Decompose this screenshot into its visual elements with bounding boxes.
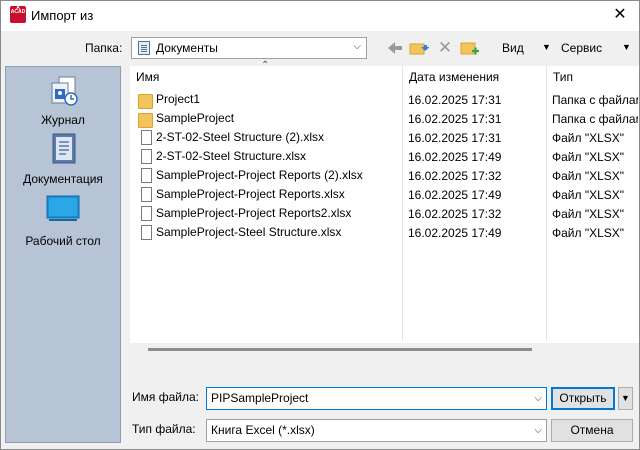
file-name: SampleProject-Project Reports (2).xlsx	[156, 168, 363, 182]
file-row[interactable]: SampleProject-Steel Structure.xlsx 16.02.…	[130, 223, 639, 242]
filename-value: PIPSampleProject	[211, 391, 309, 405]
title-bar: A ACAD Импорт из ✕	[1, 1, 639, 31]
file-icon	[141, 225, 152, 240]
file-row[interactable]: SampleProject-Project Reports.xlsx 16.02.…	[130, 185, 639, 204]
back-arrow-icon[interactable]	[385, 38, 405, 58]
folder-icon	[138, 113, 153, 128]
filetype-value: Книга Excel (*.xlsx)	[211, 423, 315, 437]
place-documents[interactable]: Документация	[6, 133, 120, 188]
file-type: Файл "XLSX"	[552, 188, 625, 202]
place-history[interactable]: Журнал	[6, 75, 120, 130]
file-date: 16.02.2025 17:49	[408, 150, 502, 164]
file-type: Файл "XLSX"	[552, 169, 625, 183]
file-type: Файл "XLSX"	[552, 207, 625, 221]
file-icon	[141, 149, 152, 164]
column-header-type[interactable]: Тип	[546, 66, 639, 88]
file-row[interactable]: 2-ST-02-Steel Structure.xlsx 16.02.2025 1…	[130, 147, 639, 166]
file-date: 16.02.2025 17:31	[408, 131, 502, 145]
file-date: 16.02.2025 17:32	[408, 169, 502, 183]
chevron-down-icon[interactable]: ⌵	[353, 41, 361, 52]
chevron-down-icon[interactable]: ⌵	[534, 420, 542, 441]
places-bar: Журнал Документация Рабочий стол	[5, 66, 121, 443]
file-date: 16.02.2025 17:31	[408, 93, 502, 107]
file-name: 2-ST-02-Steel Structure (2).xlsx	[156, 130, 325, 144]
filetype-label: Тип файла:	[132, 422, 196, 436]
window-title: Импорт из	[31, 8, 94, 23]
file-icon	[141, 168, 152, 183]
autocad-app-icon: A ACAD	[10, 6, 26, 23]
file-type: Файл "XLSX"	[552, 150, 625, 164]
delete-icon[interactable]: ✕	[435, 38, 455, 58]
service-menu-button[interactable]: Сервис	[561, 41, 602, 55]
file-row[interactable]: 2-ST-02-Steel Structure (2).xlsx 16.02.20…	[130, 128, 639, 147]
chevron-down-icon[interactable]: ⌵	[534, 388, 542, 409]
folder-icon	[138, 94, 153, 109]
file-name: SampleProject-Steel Structure.xlsx	[156, 225, 342, 239]
open-options-dropdown-icon[interactable]: ▼	[618, 387, 633, 410]
file-row[interactable]: SampleProject-Project Reports (2).xlsx 16…	[130, 166, 639, 185]
folder-label: Папка:	[85, 41, 123, 55]
file-icon	[141, 130, 152, 145]
view-menu-button[interactable]: Вид	[502, 41, 524, 55]
folder-combo[interactable]: Документы ⌵	[131, 37, 367, 59]
place-label: Документация	[23, 172, 103, 186]
filename-label: Имя файла:	[132, 390, 199, 404]
file-name: SampleProject-Project Reports.xlsx	[156, 187, 345, 201]
service-dropdown-icon[interactable]: ▼	[622, 42, 631, 52]
file-row[interactable]: SampleProject-Project Reports2.xlsx 16.02…	[130, 204, 639, 223]
folder-row[interactable]: Project1 16.02.2025 17:31 Папка с файлами	[130, 90, 639, 109]
file-name: 2-ST-02-Steel Structure.xlsx	[156, 149, 307, 163]
horizontal-scrollbar[interactable]	[148, 348, 532, 351]
documents-folder-icon	[138, 41, 150, 55]
place-label: Журнал	[41, 113, 85, 127]
close-icon[interactable]: ✕	[609, 5, 631, 25]
file-list[interactable]: Имя ⌃ Дата изменения Тип Project1 16.02.2…	[130, 60, 639, 343]
filename-input[interactable]: PIPSampleProject ⌵	[206, 387, 547, 410]
folder-value: Документы	[156, 41, 218, 55]
sort-ascending-icon: ⌃	[261, 60, 270, 71]
file-type: Файл "XLSX"	[552, 226, 625, 240]
file-name: SampleProject	[156, 111, 235, 125]
file-type: Папка с файлами	[552, 112, 638, 126]
history-icon	[51, 76, 78, 106]
file-date: 16.02.2025 17:31	[408, 112, 502, 126]
file-date: 16.02.2025 17:32	[408, 207, 502, 221]
new-folder-icon[interactable]	[460, 38, 480, 58]
file-name: Project1	[156, 92, 201, 106]
cancel-button[interactable]: Отмена	[551, 419, 633, 442]
documents-icon	[52, 133, 76, 164]
desktop-icon	[46, 195, 80, 221]
filetype-select[interactable]: Книга Excel (*.xlsx) ⌵	[206, 419, 547, 442]
column-header-date[interactable]: Дата изменения	[402, 66, 546, 88]
file-icon	[141, 187, 152, 202]
open-button[interactable]: Открыть	[551, 387, 615, 410]
folder-up-icon[interactable]	[409, 38, 429, 58]
place-label: Рабочий стол	[25, 234, 101, 248]
view-dropdown-icon[interactable]: ▼	[542, 42, 551, 52]
file-date: 16.02.2025 17:49	[408, 188, 502, 202]
place-desktop[interactable]: Рабочий стол	[6, 195, 120, 250]
file-icon	[141, 206, 152, 221]
import-dialog: A ACAD Импорт из ✕ Папка: Документы ⌵ ✕ В…	[0, 0, 640, 450]
folder-row[interactable]: SampleProject 16.02.2025 17:31 Папка с фай…	[130, 109, 639, 128]
file-date: 16.02.2025 17:49	[408, 226, 502, 240]
file-type: Файл "XLSX"	[552, 131, 625, 145]
file-name: SampleProject-Project Reports2.xlsx	[156, 206, 352, 220]
file-type: Папка с файлами	[552, 93, 638, 107]
